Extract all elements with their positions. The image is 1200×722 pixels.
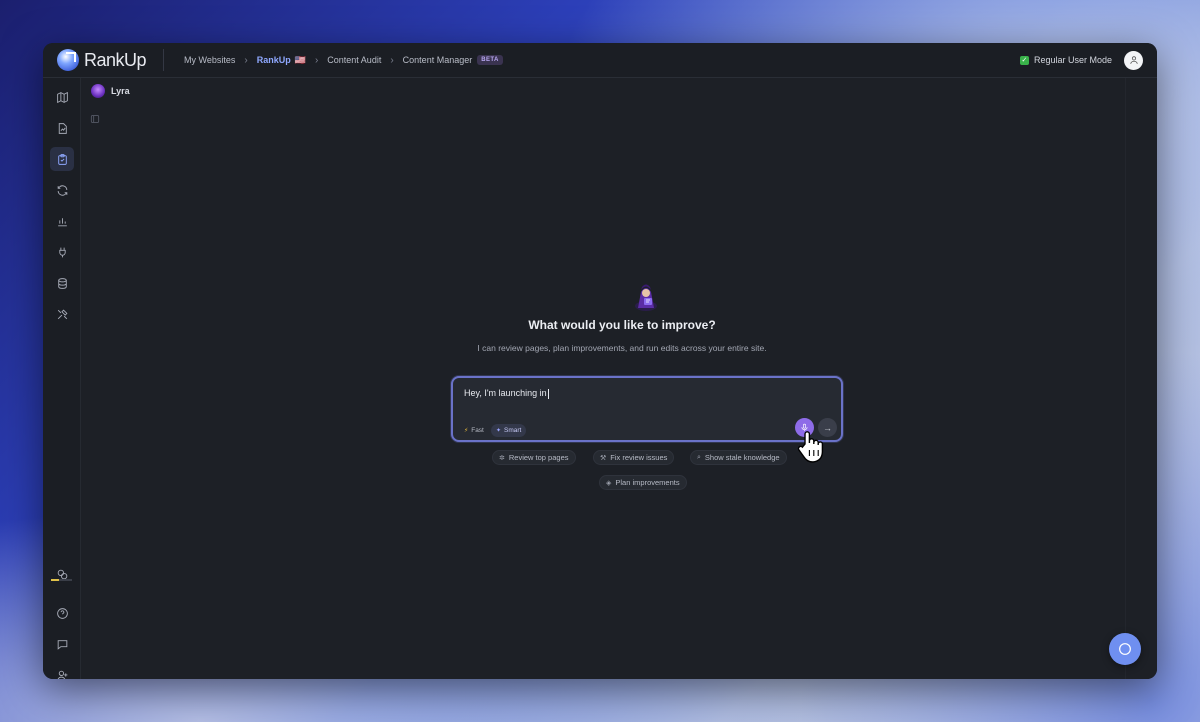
mode-fast-button[interactable]: ⚡ Fast: [459, 424, 489, 437]
mode-smart-label: Smart: [504, 427, 522, 434]
breadcrumb: My Websites › RankUp 🇺🇸 › Content Audit …: [184, 55, 503, 66]
main-content: Lyra What would you like to improve? I c…: [81, 78, 1157, 679]
breadcrumb-my-websites[interactable]: My Websites: [184, 55, 235, 65]
plug-icon[interactable]: [50, 240, 74, 264]
right-rail: [1125, 78, 1157, 679]
chevron-right-icon: ›: [390, 54, 394, 66]
breadcrumb-content-audit[interactable]: Content Audit: [327, 55, 381, 65]
assistant-name: Lyra: [111, 86, 130, 96]
suggestion-review-top-pages[interactable]: ✲ Review top pages: [492, 450, 576, 465]
layers-icon: ◈: [606, 479, 612, 487]
hero-subtitle: I can review pages, plan improvements, a…: [477, 343, 767, 353]
chat-icon[interactable]: [50, 632, 74, 656]
support-chat-button[interactable]: [1109, 633, 1141, 665]
hero-title: What would you like to improve?: [528, 318, 716, 332]
brand-name: RankUp: [84, 49, 147, 70]
wand-icon: ⚒: [600, 454, 607, 462]
suggestion-show-stale-knowledge[interactable]: ⌕ Show stale knowledge: [690, 450, 787, 465]
suggestion-label: Show stale knowledge: [704, 453, 780, 462]
document-chart-icon[interactable]: [50, 116, 74, 140]
breadcrumb-content-manager[interactable]: Content Manager: [403, 55, 473, 65]
text-caret: [547, 388, 549, 399]
sparkle-icon: ✦: [496, 428, 502, 434]
app-window: RankUp My Websites › RankUp 🇺🇸 › Content…: [43, 43, 1157, 679]
assistant-header: Lyra: [91, 84, 130, 98]
arrow-right-icon: →: [823, 422, 832, 433]
clipboard-icon[interactable]: [50, 147, 74, 171]
user-icon: [1129, 56, 1138, 64]
user-avatar[interactable]: [1124, 50, 1143, 70]
coins-icon[interactable]: [50, 562, 74, 586]
chevron-right-icon: ›: [314, 54, 319, 66]
database-icon[interactable]: [50, 271, 74, 295]
brand-logo[interactable]: RankUp: [43, 49, 163, 71]
suggestion-label: Plan improvements: [615, 478, 680, 487]
suggestion-fix-review-issues[interactable]: ⚒ Fix review issues: [593, 450, 675, 465]
mode-fast-label: Fast: [471, 427, 484, 434]
suggestion-label: Fix review issues: [610, 453, 668, 462]
top-bar: RankUp My Websites › RankUp 🇺🇸 › Content…: [43, 43, 1157, 78]
logo-icon: [57, 49, 79, 71]
top-right-controls: ✓ Regular User Mode: [1019, 50, 1157, 70]
mode-checkbox[interactable]: ✓: [1019, 55, 1029, 65]
chat-bubble-icon: [1119, 643, 1131, 655]
divider: [163, 49, 164, 71]
prompt-input[interactable]: Hey, I'm launching in: [464, 388, 549, 399]
breadcrumb-site-label: RankUp: [256, 55, 291, 65]
mode-label: Regular User Mode: [1033, 55, 1112, 65]
tools-icon[interactable]: [50, 302, 74, 326]
search-icon: ⌕: [697, 453, 701, 461]
map-icon[interactable]: [50, 85, 74, 109]
sparkle-icon: ✲: [499, 454, 505, 462]
lightning-icon: ⚡: [464, 428, 469, 434]
assistant-avatar: [91, 84, 105, 98]
sidebar-toggle-icon[interactable]: [90, 111, 100, 129]
assistant-hero-avatar: [635, 284, 657, 311]
suggestion-plan-improvements[interactable]: ◈ Plan improvements: [599, 475, 687, 490]
chevron-right-icon: ›: [244, 54, 248, 66]
breadcrumb-site[interactable]: RankUp 🇺🇸: [257, 55, 306, 66]
credit-progress: [51, 579, 72, 581]
us-flag-icon: 🇺🇸: [294, 54, 306, 65]
sidebar: N: [43, 78, 81, 679]
help-icon[interactable]: [50, 601, 74, 625]
prompt-text: Hey, I'm launching in: [464, 388, 547, 398]
mode-smart-button[interactable]: ✦ Smart: [491, 424, 527, 437]
refresh-icon[interactable]: [50, 178, 74, 202]
bar-chart-icon[interactable]: [50, 209, 74, 233]
add-user-icon[interactable]: [50, 663, 74, 679]
pointer-hand-cursor: [797, 431, 824, 463]
beta-badge: BETA: [477, 55, 503, 65]
suggestion-label: Review top pages: [508, 453, 569, 462]
prompt-composer[interactable]: Hey, I'm launching in ⚡ Fast ✦ Smart →: [451, 376, 843, 442]
